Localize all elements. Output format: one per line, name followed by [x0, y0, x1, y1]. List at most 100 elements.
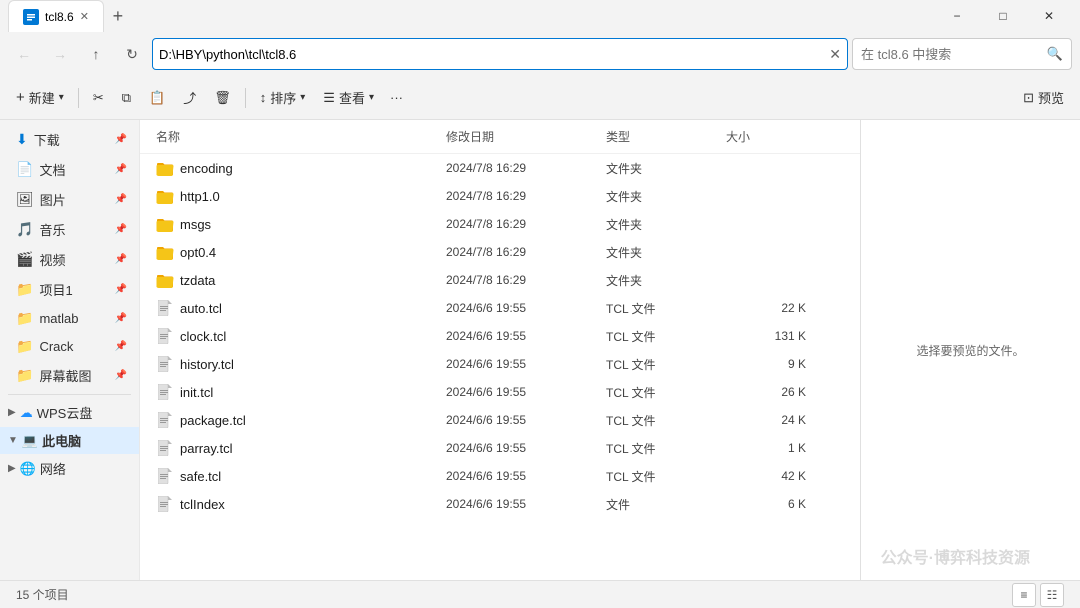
file-size: 42 K	[726, 469, 806, 483]
file-date: 2024/6/6 19:55	[446, 441, 606, 455]
more-button[interactable]: ···	[384, 82, 409, 114]
pin-icon-crack: 📌	[115, 341, 127, 352]
file-date: 2024/6/6 19:55	[446, 329, 606, 343]
file-size: 24 K	[726, 413, 806, 427]
sidebar-item-image[interactable]: 🖼 图片 📌	[4, 185, 135, 214]
table-row[interactable]: safe.tcl2024/6/6 19:55TCL 文件42 K	[140, 462, 860, 490]
new-tab-button[interactable]: +	[104, 2, 132, 30]
view-toggle: ≡ ☷	[1012, 583, 1064, 607]
file-type: 文件	[606, 496, 726, 513]
preview-button[interactable]: ⊡ 预览	[1015, 82, 1072, 114]
minimize-button[interactable]: −	[934, 0, 980, 32]
pin-icon-image: 📌	[115, 194, 127, 205]
table-row[interactable]: tclIndex2024/6/6 19:55文件6 K	[140, 490, 860, 518]
close-button[interactable]: ✕	[1026, 0, 1072, 32]
view-button[interactable]: ☰ 查看 ▾	[315, 82, 382, 114]
col-header-name[interactable]: 名称	[156, 124, 446, 149]
sidebar: ⬇ 下载 📌 📄 文档 📌 🖼 图片 📌 🎵 音乐 📌 🎬 视频 📌 📁 项目1	[0, 120, 140, 580]
file-date: 2024/6/6 19:55	[446, 357, 606, 371]
tab-close-button[interactable]: ✕	[80, 10, 89, 23]
sidebar-item-thispc[interactable]: ▼ 💻 此电脑	[0, 427, 139, 454]
cut-button[interactable]: ✂	[85, 82, 112, 114]
delete-button[interactable]: 🗑	[206, 82, 239, 114]
copy-icon: ⧉	[122, 90, 131, 106]
file-type: 文件夹	[606, 188, 726, 205]
address-input-wrap: ✕	[152, 38, 848, 70]
file-icon	[156, 327, 174, 345]
file-type: TCL 文件	[606, 440, 726, 457]
sidebar-item-video[interactable]: 🎬 视频 📌	[4, 245, 135, 274]
preview-panel: 选择要预览的文件。	[860, 120, 1080, 580]
paste-button[interactable]: 📋	[141, 82, 173, 114]
file-date: 2024/7/8 16:29	[446, 273, 606, 287]
file-date: 2024/6/6 19:55	[446, 385, 606, 399]
sidebar-divider-1	[8, 394, 131, 395]
sidebar-item-project[interactable]: 📁 项目1 📌	[4, 275, 135, 304]
sidebar-item-crack[interactable]: 📁 Crack 📌	[4, 333, 135, 360]
sidebar-item-document[interactable]: 📄 文档 📌	[4, 155, 135, 184]
file-type: 文件夹	[606, 160, 726, 177]
file-name: init.tcl	[180, 385, 446, 400]
copy-button[interactable]: ⧉	[114, 82, 139, 114]
list-view-button[interactable]: ≡	[1012, 583, 1036, 607]
table-row[interactable]: encoding2024/7/8 16:29文件夹	[140, 154, 860, 182]
file-date: 2024/7/8 16:29	[446, 161, 606, 175]
maximize-button[interactable]: □	[980, 0, 1026, 32]
address-input[interactable]	[159, 47, 825, 62]
table-row[interactable]: history.tcl2024/6/6 19:55TCL 文件9 K	[140, 350, 860, 378]
forward-button[interactable]: →	[44, 38, 76, 70]
table-row[interactable]: parray.tcl2024/6/6 19:55TCL 文件1 K	[140, 434, 860, 462]
address-bar-row: ← → ↑ ↻ ✕ 🔍	[0, 32, 1080, 76]
active-tab[interactable]: tcl8.6 ✕	[8, 0, 104, 32]
sidebar-item-network[interactable]: ▶ 🌐 网络	[0, 455, 139, 482]
table-row[interactable]: init.tcl2024/6/6 19:55TCL 文件26 K	[140, 378, 860, 406]
table-row[interactable]: auto.tcl2024/6/6 19:55TCL 文件22 K	[140, 294, 860, 322]
table-row[interactable]: msgs2024/7/8 16:29文件夹	[140, 210, 860, 238]
preview-icon: ⊡	[1023, 90, 1034, 106]
network-expand-icon: ▶	[8, 463, 16, 474]
paste-icon: 📋	[149, 90, 165, 106]
file-type: TCL 文件	[606, 468, 726, 485]
sidebar-item-screenshot[interactable]: 📁 屏幕截图 📌	[4, 361, 135, 390]
share-button[interactable]: ⤴	[175, 82, 204, 114]
file-name: auto.tcl	[180, 301, 446, 316]
sidebar-item-download[interactable]: ⬇ 下载 📌	[4, 125, 135, 154]
sidebar-item-wps[interactable]: ▶ ☁ WPS云盘	[0, 399, 139, 426]
col-header-type[interactable]: 类型	[606, 124, 726, 149]
back-button[interactable]: ←	[8, 38, 40, 70]
table-row[interactable]: http1.02024/7/8 16:29文件夹	[140, 182, 860, 210]
sort-label: 排序	[270, 88, 296, 107]
wps-expand-icon: ▶	[8, 407, 16, 418]
network-icon: 🌐	[20, 461, 36, 477]
sidebar-label-matlab: matlab	[39, 311, 78, 326]
document-icon: 📄	[16, 161, 33, 178]
toolbar-separator-2	[245, 88, 246, 108]
file-name: http1.0	[180, 189, 446, 204]
search-input[interactable]	[861, 47, 1043, 62]
grid-view-button[interactable]: ☷	[1040, 583, 1064, 607]
new-button[interactable]: + 新建 ▾	[8, 82, 72, 114]
refresh-button[interactable]: ↻	[116, 38, 148, 70]
up-button[interactable]: ↑	[80, 38, 112, 70]
sidebar-item-music[interactable]: 🎵 音乐 📌	[4, 215, 135, 244]
pin-icon-video: 📌	[115, 254, 127, 265]
table-row[interactable]: tzdata2024/7/8 16:29文件夹	[140, 266, 860, 294]
col-header-size[interactable]: 大小	[726, 124, 806, 149]
view-icon: ☰	[323, 90, 335, 106]
table-row[interactable]: opt0.42024/7/8 16:29文件夹	[140, 238, 860, 266]
tab-icon	[23, 9, 39, 25]
table-row[interactable]: clock.tcl2024/6/6 19:55TCL 文件131 K	[140, 322, 860, 350]
address-clear-button[interactable]: ✕	[829, 46, 841, 63]
file-date: 2024/6/6 19:55	[446, 497, 606, 511]
sort-button[interactable]: ↕ 排序 ▾	[252, 82, 314, 114]
file-date: 2024/6/6 19:55	[446, 413, 606, 427]
thispc-icon: 💻	[22, 433, 38, 449]
image-icon: 🖼	[16, 191, 34, 208]
file-date: 2024/6/6 19:55	[446, 301, 606, 315]
file-icon	[156, 495, 174, 513]
col-header-date[interactable]: 修改日期	[446, 124, 606, 149]
sidebar-item-matlab[interactable]: 📁 matlab 📌	[4, 305, 135, 332]
crack-icon: 📁	[16, 338, 33, 355]
table-row[interactable]: package.tcl2024/6/6 19:55TCL 文件24 K	[140, 406, 860, 434]
file-size: 26 K	[726, 385, 806, 399]
